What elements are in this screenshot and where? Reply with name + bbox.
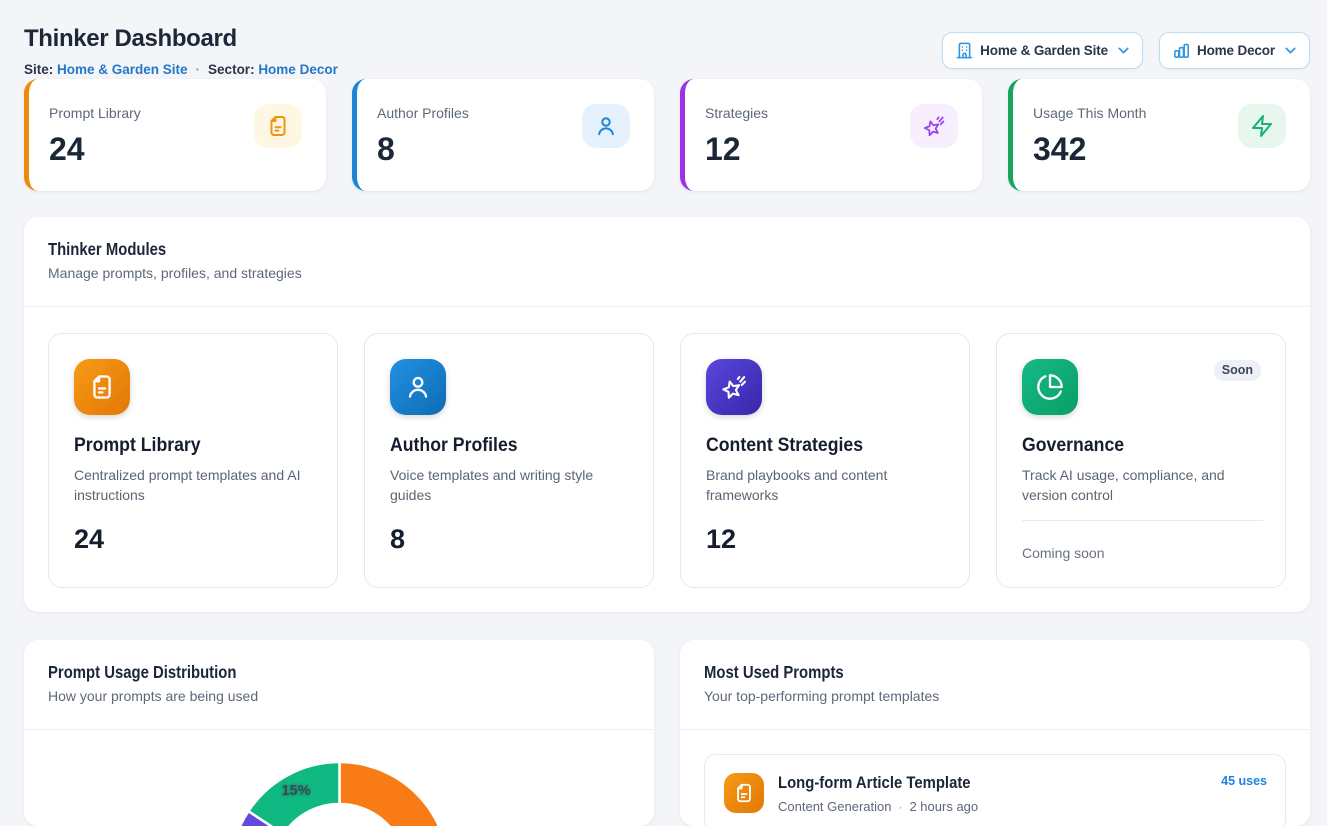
svg-text:15%: 15%	[281, 783, 310, 799]
